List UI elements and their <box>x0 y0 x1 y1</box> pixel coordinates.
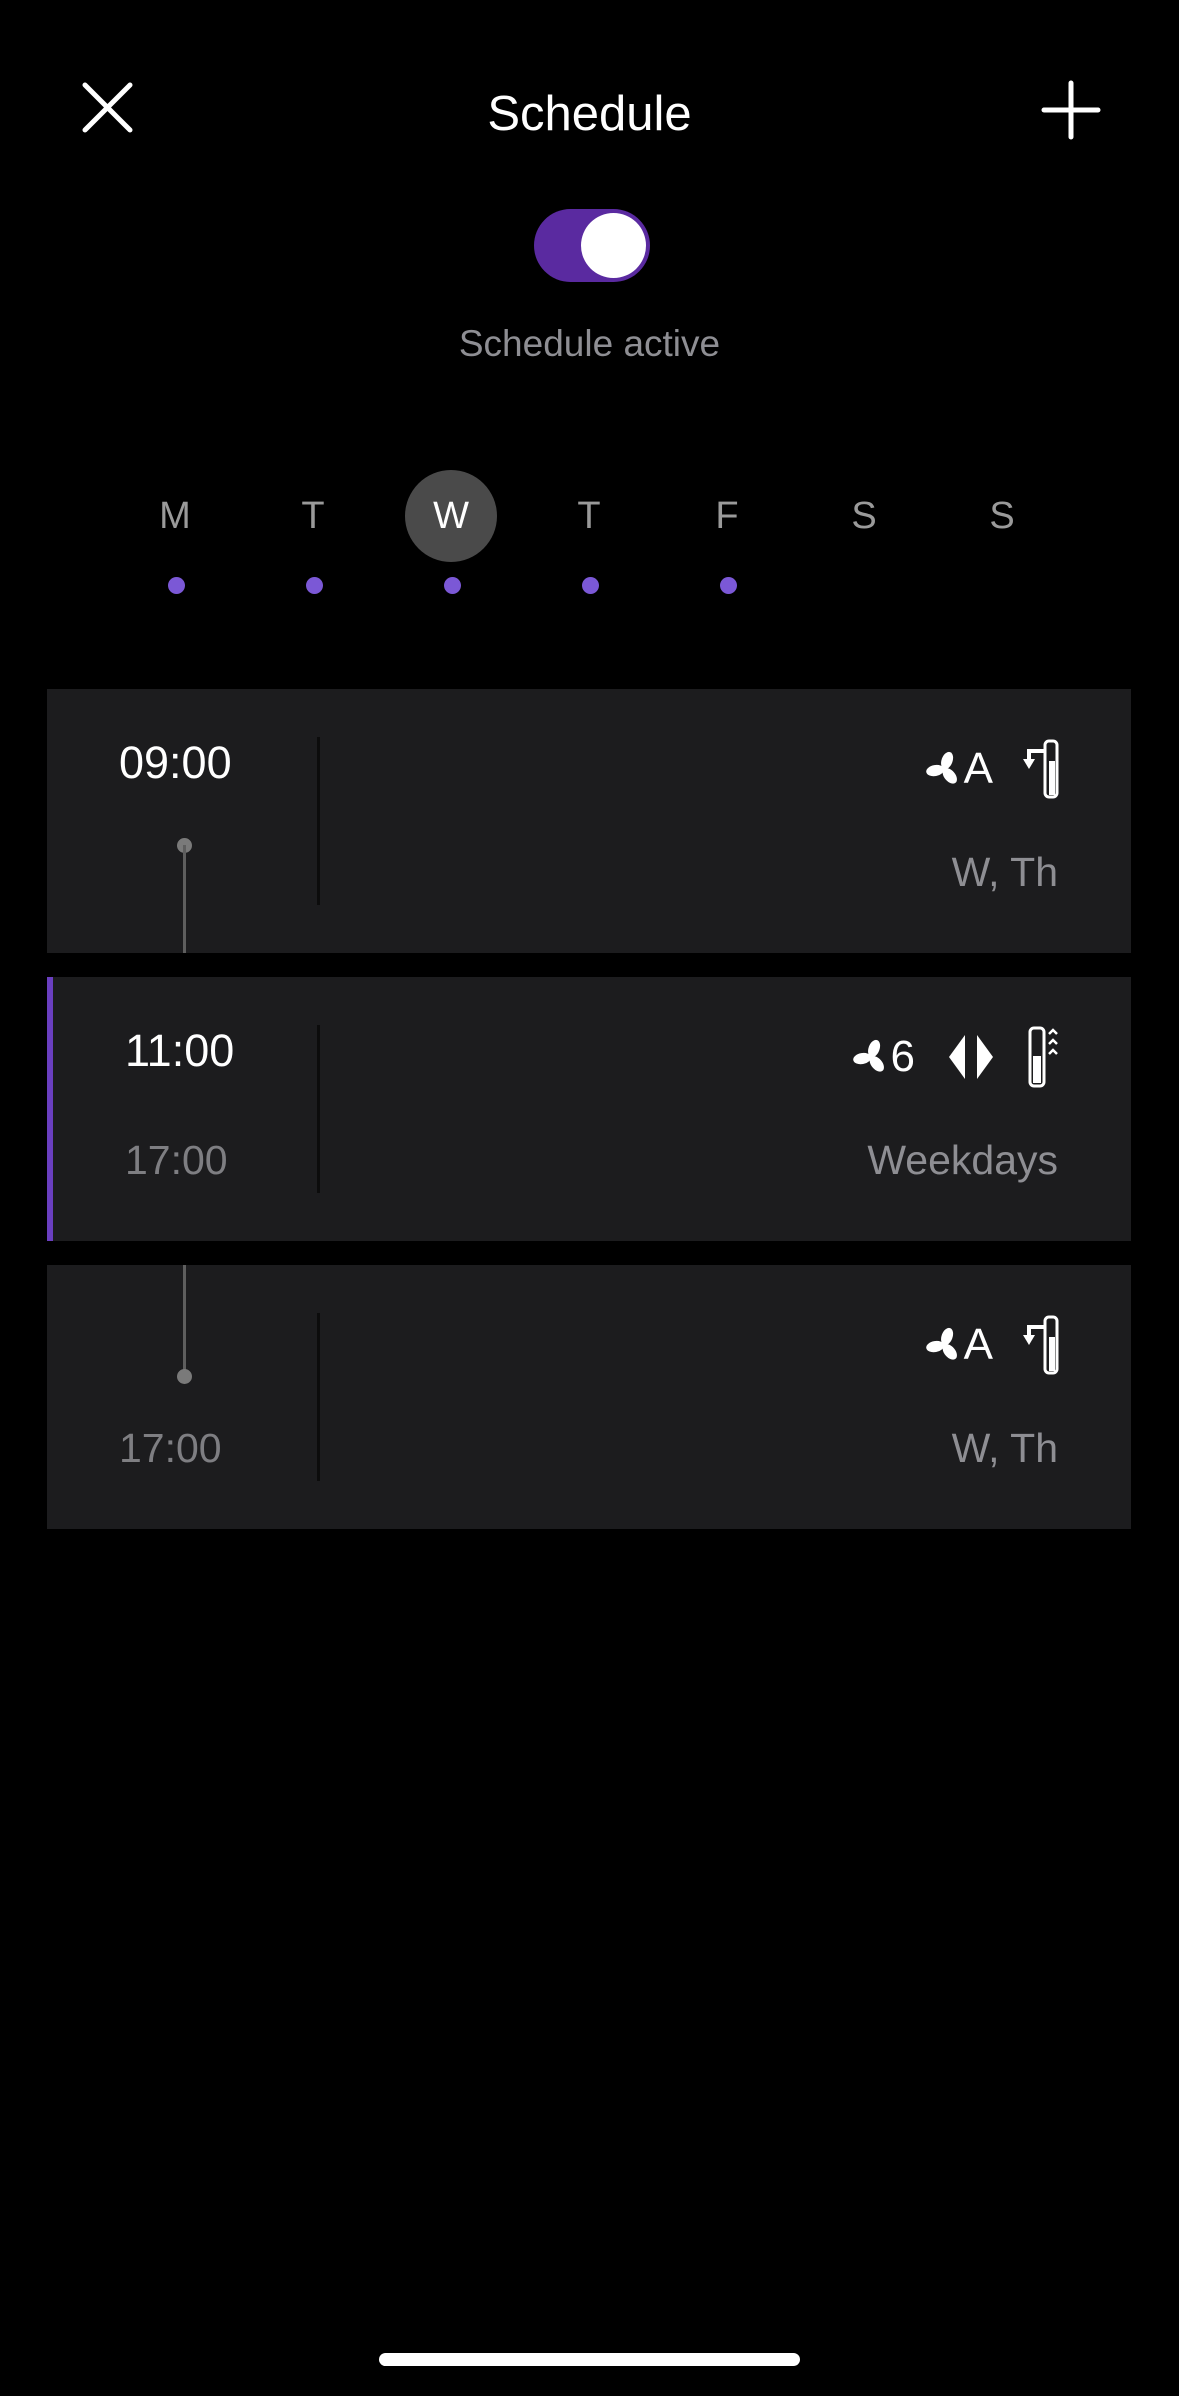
timeline-dot <box>177 1369 192 1384</box>
entry-divider <box>317 1313 320 1481</box>
fan-speed-value: A <box>963 744 993 793</box>
airflow-direction-icon <box>1023 1315 1059 1375</box>
entry-divider <box>317 737 320 905</box>
entry-start-time: 11:00 <box>125 1025 235 1076</box>
plus-icon <box>1041 80 1101 140</box>
fan-icon <box>852 1039 884 1072</box>
entry-divider <box>317 1025 320 1193</box>
day-wednesday[interactable]: W <box>405 470 497 562</box>
fan-speed-indicator: A <box>925 1315 993 1375</box>
page-title: Schedule <box>487 87 692 141</box>
airflow-direction-icon <box>1023 739 1059 799</box>
schedule-entry-3[interactable]: 17:00 A W, Th <box>47 1265 1131 1529</box>
day-monday-schedule-dot <box>168 577 185 594</box>
day-thursday-schedule-dot <box>582 577 599 594</box>
day-wednesday-schedule-dot <box>444 577 461 594</box>
entry-mode-icons: 6 <box>852 1026 1063 1088</box>
entry-end-time: 17:00 <box>125 1137 228 1183</box>
entry-end-time: 17:00 <box>119 1425 222 1471</box>
schedule-entry-1[interactable]: 09:00 A W, Th <box>47 689 1131 953</box>
fan-icon <box>925 1327 957 1360</box>
toggle-knob <box>581 213 646 278</box>
schedule-active-label: Schedule active <box>458 323 721 364</box>
oscillation-icon <box>949 1035 993 1079</box>
day-friday[interactable]: F <box>681 470 773 562</box>
fan-speed-value: A <box>963 1320 993 1369</box>
entry-days: W, Th <box>951 1425 1058 1471</box>
schedule-active-toggle[interactable] <box>534 209 650 282</box>
heat-mode-icon <box>1028 1026 1058 1088</box>
schedule-entry-2[interactable]: 11:00 17:00 6 Weekdays <box>47 977 1131 1241</box>
timeline-line <box>183 845 186 953</box>
timeline-line <box>183 1265 186 1375</box>
day-thursday[interactable]: T <box>543 470 635 562</box>
entry-start-time: 09:00 <box>119 737 232 788</box>
day-friday-schedule-dot <box>720 577 737 594</box>
fan-icon <box>925 751 957 784</box>
day-tuesday-schedule-dot <box>306 577 323 594</box>
day-sunday[interactable]: S <box>956 470 1048 562</box>
day-monday[interactable]: M <box>129 470 221 562</box>
add-schedule-button[interactable] <box>1035 75 1110 150</box>
day-saturday[interactable]: S <box>818 470 910 562</box>
fan-speed-indicator: A <box>925 739 993 799</box>
entry-days: Weekdays <box>867 1137 1058 1183</box>
day-tuesday[interactable]: T <box>267 470 359 562</box>
fan-speed-indicator: 6 <box>852 1027 915 1087</box>
entry-days: W, Th <box>951 849 1058 895</box>
fan-speed-value: 6 <box>890 1032 915 1081</box>
entry-mode-icons: A <box>925 739 1063 799</box>
entry-mode-icons: A <box>925 1315 1063 1375</box>
home-indicator[interactable] <box>379 2353 800 2366</box>
